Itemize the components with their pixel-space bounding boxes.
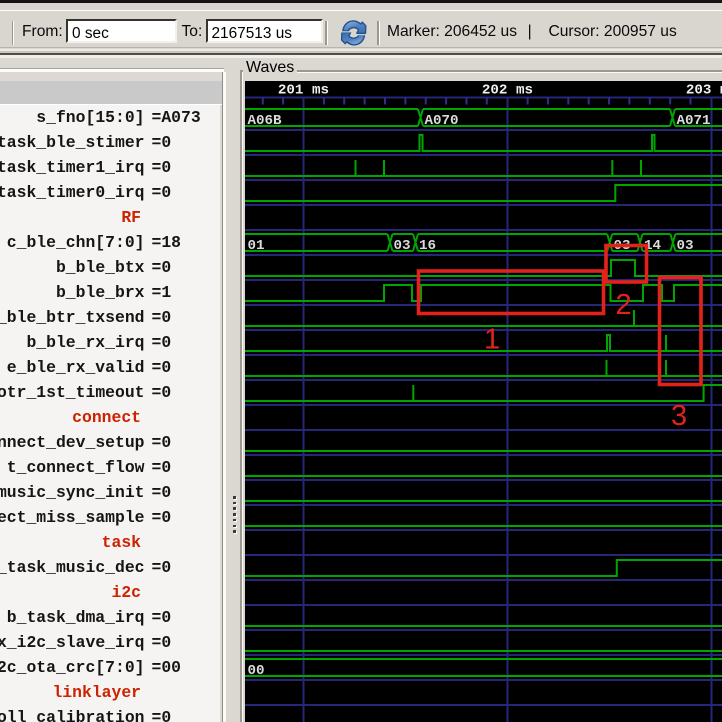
svg-text:3: 3: [671, 400, 687, 432]
svg-text:03: 03: [677, 238, 694, 254]
svg-text:00: 00: [248, 663, 265, 679]
svg-text:01: 01: [248, 238, 265, 254]
svg-text:03: 03: [394, 238, 411, 254]
svg-text:202 ms: 202 ms: [482, 82, 533, 98]
svg-text:16: 16: [419, 238, 436, 254]
svg-text:201 ms: 201 ms: [278, 82, 329, 98]
svg-text:203 ms: 203 ms: [686, 82, 722, 98]
svg-text:A071: A071: [677, 113, 711, 129]
svg-text:A070: A070: [425, 113, 459, 129]
svg-text:A06B: A06B: [248, 113, 283, 129]
svg-text:2: 2: [616, 289, 632, 321]
svg-text:1: 1: [484, 323, 500, 355]
